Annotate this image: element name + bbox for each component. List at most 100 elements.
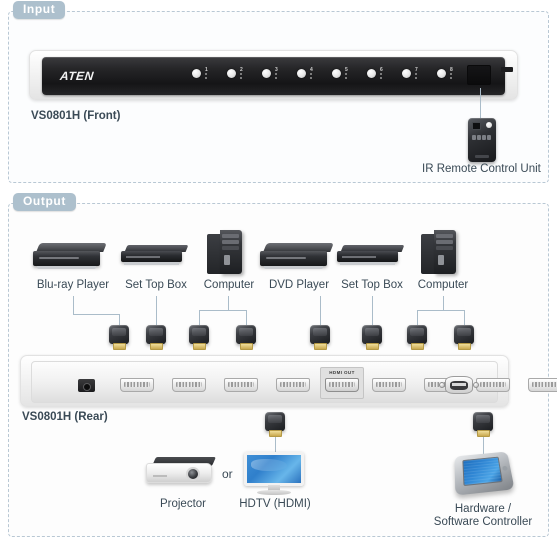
button-leds (380, 73, 382, 80)
aten-logo: ATEN (59, 69, 95, 83)
hdmi-gold-contact-icon (411, 343, 424, 350)
projector-vent-icon (153, 475, 167, 477)
front-port-button-5[interactable]: 5 (332, 68, 362, 83)
controller-button-icon (502, 465, 508, 471)
cable-line-computer2-v (443, 296, 444, 310)
front-port-button-6[interactable]: 6 (367, 68, 397, 83)
remote-keypad (472, 135, 492, 140)
hdmi-in-port-7 (476, 378, 510, 392)
source-device-computer-1: Computer (193, 230, 265, 293)
vs0801h-rear-device: HDMI OUT (20, 355, 557, 407)
controller-label-line2: Software Controller (433, 516, 533, 528)
hdmi-plug-6 (362, 325, 382, 351)
hdmi-connector-hood-icon (362, 325, 382, 344)
source-device-dvd-player: DVD Player (260, 237, 338, 293)
controller-screen-icon (462, 456, 503, 487)
hdmi-connector-hood-icon (454, 325, 474, 344)
cable-line-hdmi-out (275, 437, 276, 453)
source-label: Computer (203, 279, 255, 291)
connection-diagram: Input ATEN 1 2 3 4 5 6 7 8 VS0801H (Fron… (0, 0, 557, 546)
serial-cable-plug (473, 412, 493, 438)
front-port-button-3[interactable]: 3 (262, 68, 292, 83)
projector-device (146, 455, 220, 489)
source-label: Set Top Box (125, 279, 187, 291)
remote-led-icon (486, 122, 492, 128)
hdmi-in-port-8 (528, 378, 557, 392)
button-knob-icon (227, 69, 236, 78)
ir-connection-line (480, 88, 481, 118)
hdmi-gold-contact-icon (366, 343, 379, 350)
projector-lens-icon (186, 467, 200, 481)
serial-contact-icon (477, 430, 490, 437)
source-label: Set Top Box (341, 279, 403, 291)
hdmi-connector-hood-icon (146, 325, 166, 344)
ir-receiver-window-icon (467, 65, 491, 85)
hdmi-plug-8 (454, 325, 474, 351)
cable-line-dvd (320, 296, 321, 327)
hdmi-gold-contact-icon (240, 343, 253, 350)
controller-shell-icon (454, 451, 515, 496)
front-device-label: VS0801H (Front) (31, 110, 121, 122)
hdmi-plug-5 (310, 325, 330, 351)
hdmi-gold-contact-icon (113, 343, 126, 350)
hdmi-plug-1 (109, 325, 129, 351)
or-separator-label: or (222, 467, 233, 481)
front-port-button-8[interactable]: 8 (437, 68, 467, 83)
hdtv-label: HDTV (HDMI) (239, 498, 311, 510)
button-leds (450, 73, 452, 80)
front-port-button-2[interactable]: 2 (227, 68, 257, 83)
hdmi-connector-hood-icon (109, 325, 129, 344)
set-top-box-icon (337, 245, 405, 269)
front-port-button-7[interactable]: 7 (402, 68, 432, 83)
hdmi-out-plug (265, 412, 285, 438)
serial-connector-hood-icon (473, 412, 493, 431)
input-section-badge: Input (13, 1, 66, 19)
dvd-player-icon (260, 243, 334, 271)
cable-line-bluray-v1 (73, 296, 74, 314)
button-leds (415, 73, 417, 80)
rear-panel-face: HDMI OUT (31, 361, 557, 403)
hdmi-plug-7 (407, 325, 427, 351)
source-label: Computer (417, 279, 469, 291)
ir-receiver-nub-icon (501, 67, 513, 72)
hdmi-gold-contact-icon (314, 343, 327, 350)
hdmi-connector-hood-icon (236, 325, 256, 344)
button-knob-icon (297, 69, 306, 78)
hdmi-plug-2 (146, 325, 166, 351)
hdmi-plug-4 (236, 325, 256, 351)
button-knob-icon (437, 69, 446, 78)
cable-line-computer1-v (228, 296, 229, 310)
button-leds (240, 73, 242, 80)
hdmi-connector-hood-icon (189, 325, 209, 344)
ir-remote-control-unit (468, 118, 496, 162)
hdmi-connector-hood-icon (265, 412, 285, 431)
cable-line-stb1 (156, 296, 157, 327)
source-device-set-top-box-1: Set Top Box (119, 237, 193, 293)
button-knob-icon (332, 69, 341, 78)
source-device-computer-2: Computer (407, 230, 479, 293)
cable-line-bluray-h (73, 314, 119, 315)
blu-ray-player-icon (33, 243, 107, 271)
button-leds (345, 73, 347, 80)
cable-line-computer1-h (199, 310, 247, 311)
projector-label: Projector (159, 498, 207, 510)
source-label: Blu-ray Player (36, 279, 110, 291)
hdmi-in-port-1 (120, 378, 154, 392)
hdmi-in-port-3 (224, 378, 258, 392)
front-port-button-4[interactable]: 4 (297, 68, 327, 83)
controller-label: Hardware / Software Controller (420, 503, 546, 529)
button-knob-icon (367, 69, 376, 78)
source-label: DVD Player (268, 279, 330, 291)
hdmi-connector-hood-icon (407, 325, 427, 344)
rs232-serial-port (439, 376, 479, 394)
front-panel-face: ATEN 1 2 3 4 5 6 7 8 (42, 57, 505, 95)
remote-logo-strip (475, 155, 489, 158)
button-knob-icon (402, 69, 411, 78)
hdmi-in-port-2 (172, 378, 206, 392)
front-port-button-1[interactable]: 1 (192, 68, 222, 83)
hdmi-gold-contact-icon (269, 430, 282, 437)
hdmi-gold-contact-icon (150, 343, 163, 350)
source-device-blu-ray-player: Blu-ray Player (33, 237, 113, 293)
set-top-box-icon (121, 245, 189, 269)
front-button-row: 1 2 3 4 5 6 7 8 (192, 57, 462, 95)
